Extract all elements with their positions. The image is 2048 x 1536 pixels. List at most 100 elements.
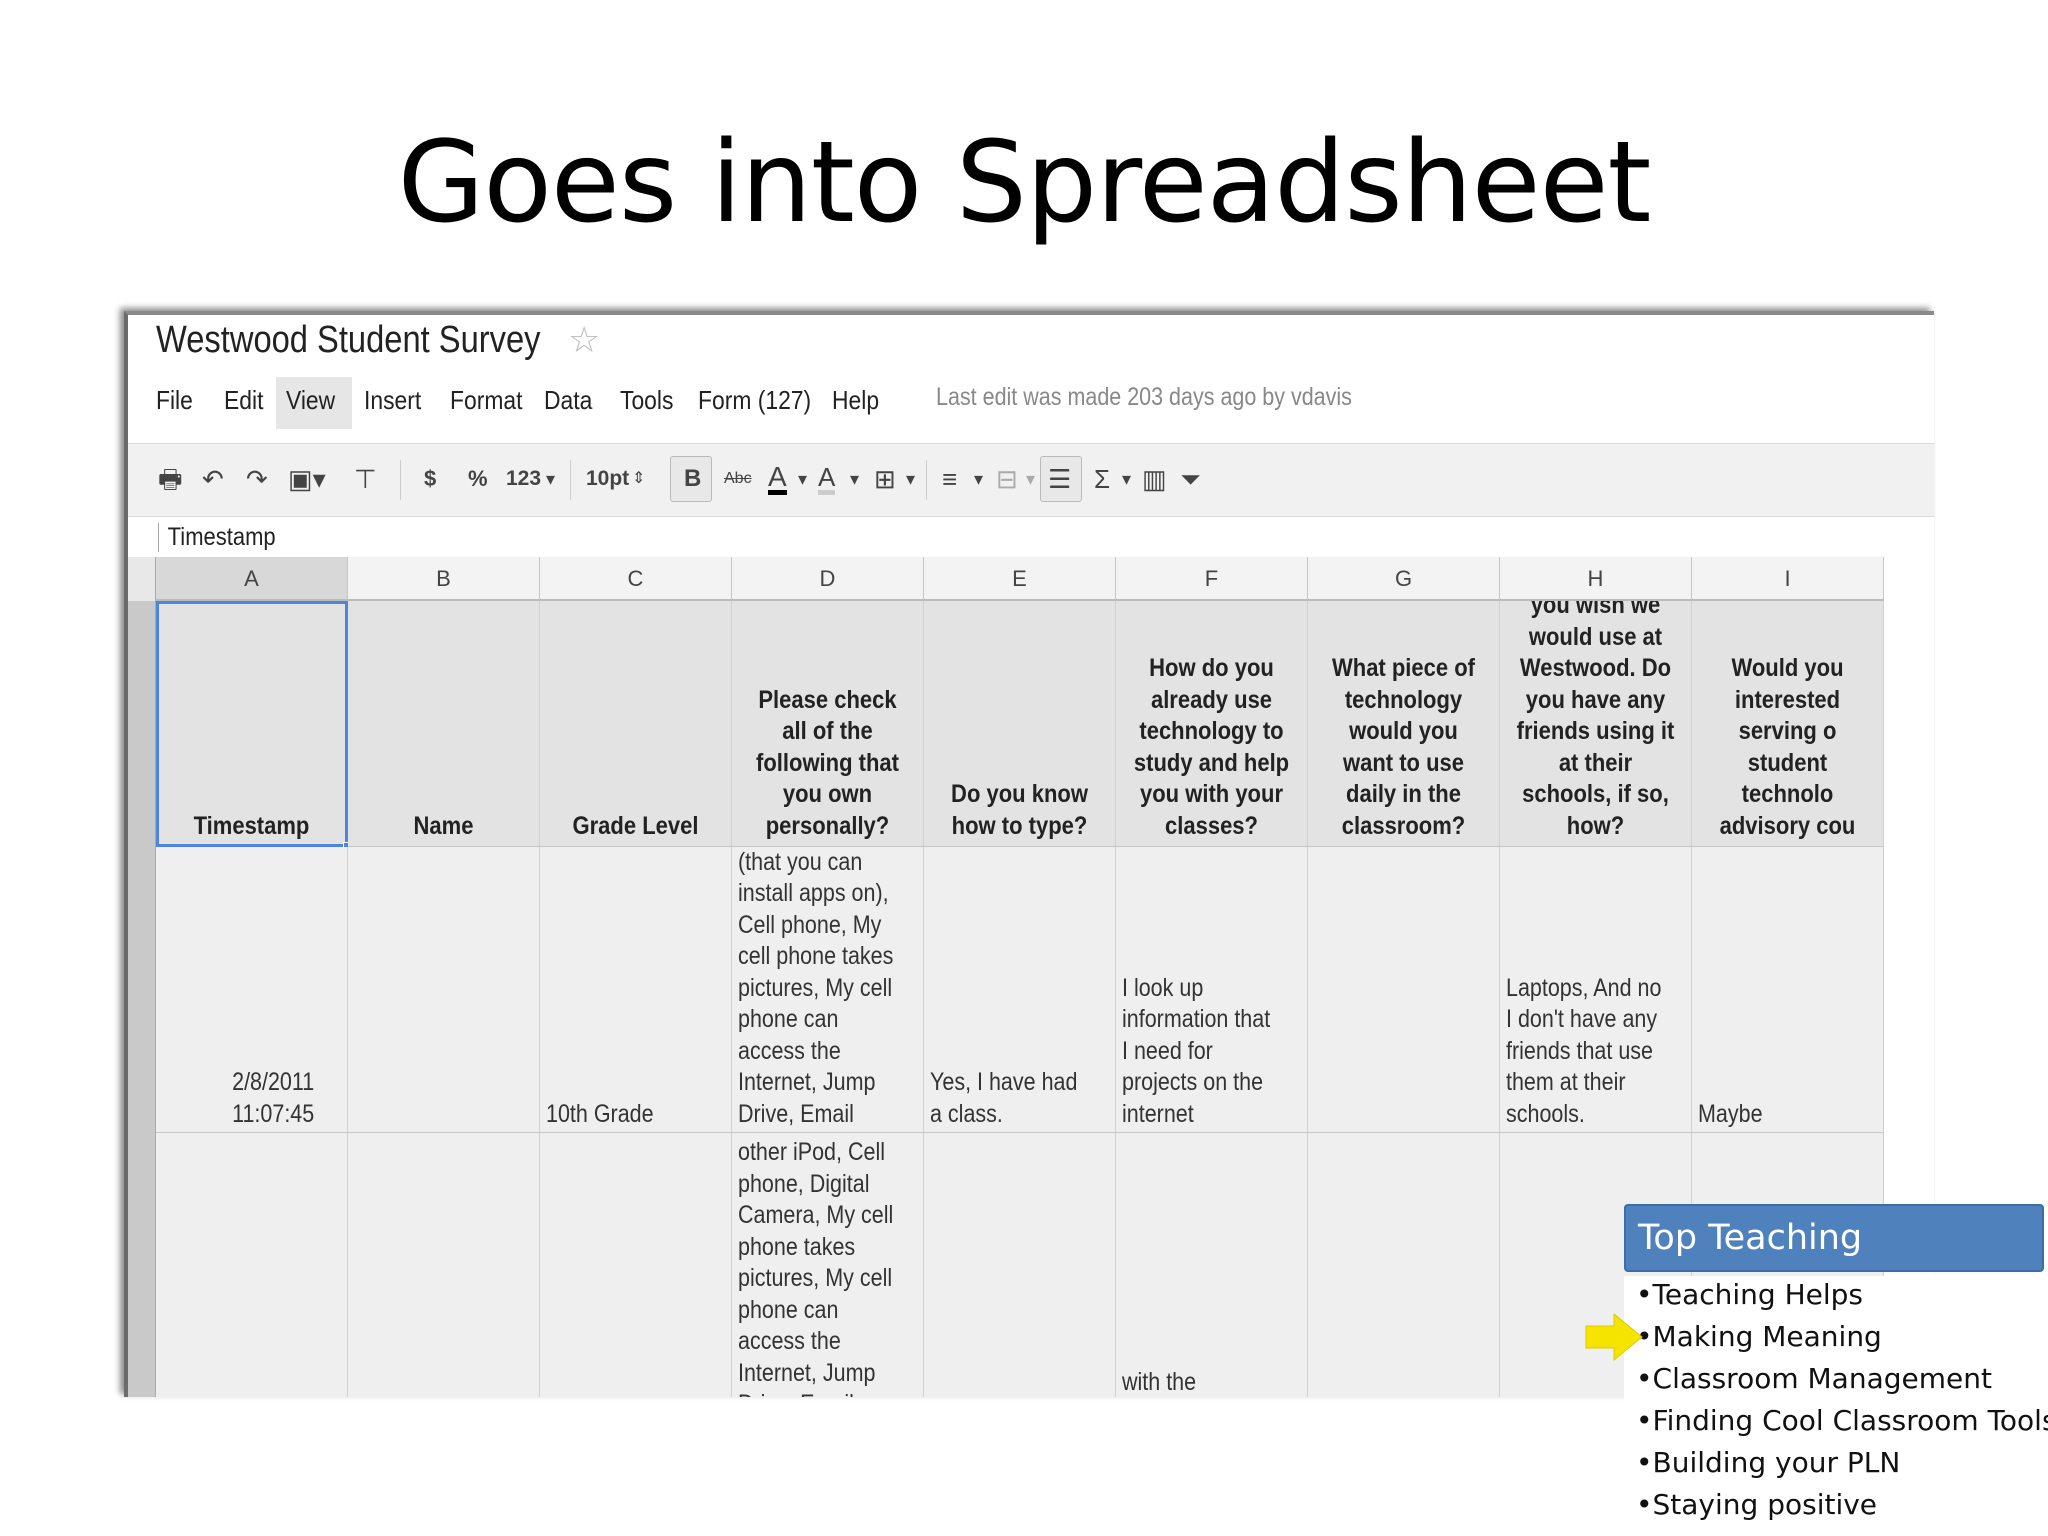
cell-f3[interactable]: with the computers	[1116, 1133, 1308, 1397]
document-title[interactable]: Westwood Student Survey	[156, 319, 541, 362]
strikethrough-button[interactable]: Abc	[724, 464, 752, 494]
list-item: •Teaching Helps	[1636, 1278, 1864, 1311]
cell-h2[interactable]: Laptops, And no I don't have any friends…	[1500, 847, 1692, 1133]
header-cell-daily-tech[interactable]: What piece of technology would you want …	[1308, 601, 1500, 847]
column-header-e[interactable]: E	[924, 557, 1116, 601]
toolbar-divider	[400, 460, 401, 500]
redo-icon[interactable]: ↷	[246, 464, 268, 494]
header-text: Name	[413, 811, 474, 840]
sum-button[interactable]: Σ	[1094, 464, 1110, 494]
cell-text: iPod Touch, Smart phone (that you can in…	[738, 847, 894, 1128]
menu-data[interactable]: Data	[544, 381, 592, 420]
list-item: •Building your PLN	[1636, 1446, 1901, 1479]
currency-button[interactable]: $	[424, 464, 436, 494]
cell-c3[interactable]	[540, 1133, 732, 1397]
column-header-a[interactable]: A	[156, 557, 348, 601]
chevron-down-icon[interactable]: ▾	[906, 464, 915, 494]
list-item: •Finding Cool Classroom Tools	[1636, 1404, 2048, 1437]
align-icon[interactable]: ≡	[942, 464, 957, 494]
filter-icon[interactable]: ⏷	[1180, 464, 1201, 494]
header-text: Timestamp	[193, 811, 310, 840]
cell-text: Laptops, And no I don't have any friends…	[1506, 973, 1662, 1128]
list-item: •Staying positive	[1636, 1488, 1878, 1521]
cell-text: Maybe	[1698, 1099, 1763, 1128]
header-cell-advisory[interactable]: Would you interested serving o student t…	[1692, 601, 1884, 847]
menu-file[interactable]: File	[156, 381, 193, 420]
header-cell-devices[interactable]: Please check all of the following that y…	[732, 601, 924, 847]
cell-a2[interactable]: 2/8/2011 11:07:45	[156, 847, 348, 1133]
column-header-f[interactable]: F	[1116, 557, 1308, 601]
header-text: What piece of technology would you want …	[1331, 654, 1475, 840]
borders-icon[interactable]: ⊞	[874, 464, 896, 494]
cell-c2[interactable]: 10th Grade	[540, 847, 732, 1133]
header-text: Please check all of the following that y…	[756, 685, 899, 840]
percent-button[interactable]: %	[468, 464, 488, 494]
font-size-select[interactable]: 10pt	[586, 464, 629, 494]
formula-bar-content[interactable]: Timestamp	[158, 523, 276, 552]
menu-tools[interactable]: Tools	[620, 381, 673, 420]
header-text: Would you interested serving o student t…	[1719, 654, 1856, 840]
chevron-down-icon[interactable]: ▾	[1026, 464, 1035, 494]
cell-a3[interactable]	[156, 1133, 348, 1397]
toolbar: 🖶 ↶ ↷ ▣▾ ⊤ $ % 123 ▾ 10pt ⇕ B Abc A ▾ A …	[128, 443, 1934, 517]
number-format-button[interactable]: 123	[506, 464, 541, 494]
header-cell-name[interactable]: Name	[348, 601, 540, 847]
column-header-c[interactable]: C	[540, 557, 732, 601]
paste-icon[interactable]: ▣▾	[288, 464, 326, 494]
cell-g3[interactable]	[1308, 1133, 1500, 1397]
menu-help[interactable]: Help	[832, 381, 879, 420]
corner-cell[interactable]	[128, 557, 156, 601]
print-icon[interactable]: 🖶	[158, 464, 183, 494]
cell-e3[interactable]	[924, 1133, 1116, 1397]
header-cell-wish-tech[interactable]: What is a technology you wish we would u…	[1500, 601, 1692, 847]
merge-cells-icon[interactable]: ⊟	[996, 464, 1018, 494]
chevron-down-icon[interactable]: ▾	[546, 464, 555, 494]
chevron-down-icon[interactable]: ▾	[798, 464, 807, 494]
top-teaching-list: •Teaching Helps •Making Meaning •Classro…	[1624, 1276, 2048, 1536]
chevron-down-icon[interactable]: ▾	[1122, 464, 1131, 494]
star-icon[interactable]: ☆	[568, 319, 600, 361]
chevron-down-icon[interactable]: ▾	[974, 464, 983, 494]
stepper-icon[interactable]: ⇕	[632, 464, 645, 494]
list-item: •Making Meaning	[1636, 1320, 1882, 1353]
column-header-i[interactable]: I	[1692, 557, 1884, 601]
header-cell-typing[interactable]: Do you know how to type?	[924, 601, 1116, 847]
cell-b3[interactable]	[348, 1133, 540, 1397]
cell-d2[interactable]: iPod Touch, Smart phone (that you can in…	[732, 847, 924, 1133]
text-color-button[interactable]: A	[768, 463, 787, 495]
menu-format[interactable]: Format	[450, 381, 522, 420]
cell-e2[interactable]: Yes, I have had a class.	[924, 847, 1116, 1133]
menu-insert[interactable]: Insert	[364, 381, 421, 420]
cell-text: 10th Grade	[546, 1099, 654, 1128]
column-header-b[interactable]: B	[348, 557, 540, 601]
slide-title: Goes into Spreadsheet	[397, 118, 1652, 248]
chart-icon[interactable]: ▥	[1142, 464, 1167, 494]
bold-button[interactable]: B	[684, 464, 701, 494]
menu-form[interactable]: Form (127)	[698, 381, 811, 420]
column-header-d[interactable]: D	[732, 557, 924, 601]
paint-format-icon[interactable]: ⊤	[354, 464, 377, 494]
menu-edit[interactable]: Edit	[224, 381, 263, 420]
column-header-h[interactable]: H	[1500, 557, 1692, 601]
toolbar-divider	[570, 460, 571, 500]
header-text: How do you already use technology to stu…	[1133, 654, 1290, 840]
cell-f2[interactable]: I look up information that I need for pr…	[1116, 847, 1308, 1133]
wrap-text-icon[interactable]: ☰	[1048, 464, 1071, 494]
undo-icon[interactable]: ↶	[202, 464, 224, 494]
header-cell-usage[interactable]: How do you already use technology to stu…	[1116, 601, 1308, 847]
header-cell-grade[interactable]: Grade Level	[540, 601, 732, 847]
cell-text: Yes, I have had a class.	[930, 1068, 1078, 1128]
toolbar-divider	[926, 460, 927, 500]
cell-b2[interactable]	[348, 847, 540, 1133]
menu-view[interactable]: View	[286, 381, 335, 420]
header-cell-timestamp[interactable]: Timestamp	[156, 601, 348, 847]
chevron-down-icon[interactable]: ▾	[850, 464, 859, 494]
cell-g2[interactable]	[1308, 847, 1500, 1133]
fill-color-button[interactable]: A	[818, 464, 836, 495]
last-edit-status[interactable]: Last edit was made 203 days ago by vdavi…	[936, 383, 1352, 412]
column-header-g[interactable]: G	[1308, 557, 1500, 601]
row-header-gutter[interactable]	[128, 601, 156, 1397]
cell-i2[interactable]: Maybe	[1692, 847, 1884, 1133]
formula-bar[interactable]: Timestamp	[128, 517, 1934, 557]
cell-d3[interactable]: other iPod, Cell phone, Digital Camera, …	[732, 1133, 924, 1397]
